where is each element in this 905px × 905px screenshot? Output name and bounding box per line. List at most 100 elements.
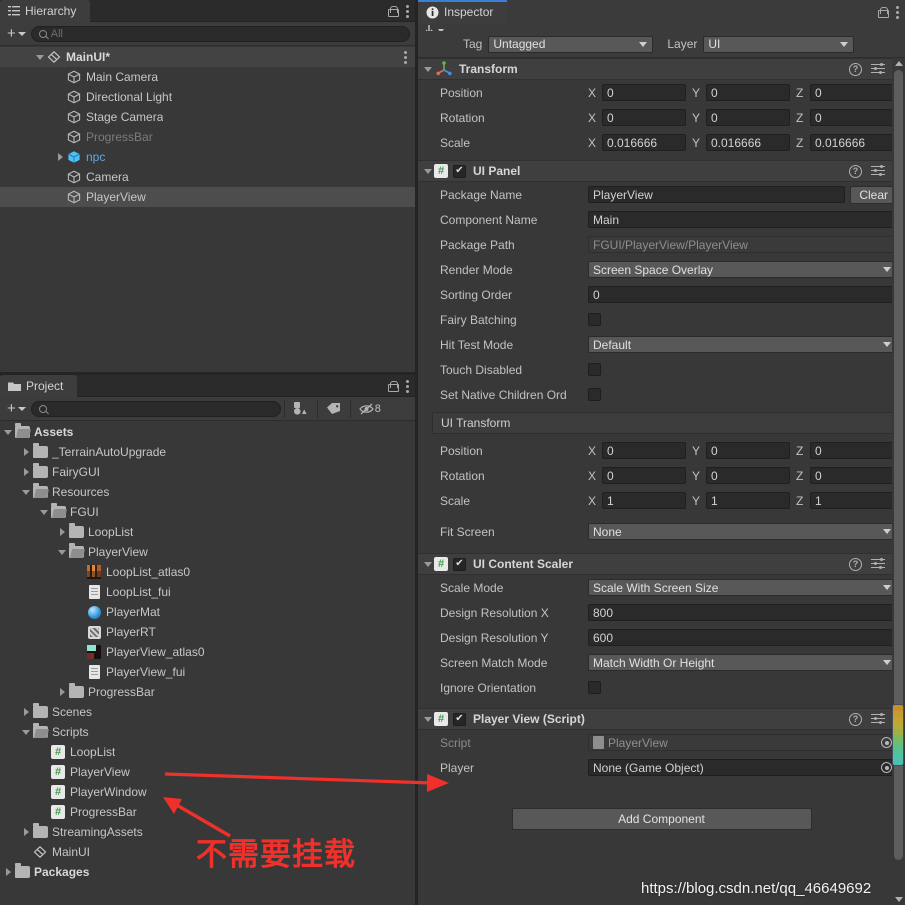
expand-arrow-icon[interactable]	[20, 442, 32, 462]
component-name-field[interactable]: Main	[588, 211, 897, 228]
hierarchy-search-input[interactable]: All	[30, 25, 410, 42]
filter-by-label-icon[interactable]	[321, 398, 347, 420]
rotation-z-field[interactable]: 0	[810, 109, 894, 126]
component-header-ui-panel[interactable]: # ✔ UI Panel ?	[418, 160, 905, 182]
player-view-enabled-checkbox[interactable]: ✔	[453, 712, 466, 726]
hierarchy-row[interactable]: ProgressBar	[0, 127, 415, 147]
ui-rotation-y-field[interactable]: 0	[706, 467, 790, 484]
lock-icon[interactable]	[878, 6, 889, 18]
project-row[interactable]: # PlayerWindow	[0, 782, 415, 802]
ui-position-z-field[interactable]: 0	[810, 442, 894, 459]
set-native-children-order-checkbox[interactable]	[588, 388, 601, 401]
tab-inspector[interactable]: Inspector	[418, 0, 508, 24]
render-mode-dropdown[interactable]: Screen Space Overlay	[588, 261, 897, 278]
lock-icon[interactable]	[388, 380, 399, 392]
kebab-menu-icon[interactable]	[406, 379, 409, 393]
scale-x-field[interactable]: 0.016666	[602, 134, 686, 151]
ui-content-scaler-enabled-checkbox[interactable]: ✔	[453, 557, 466, 571]
project-search-input[interactable]	[30, 400, 281, 417]
component-header-ui-content-scaler[interactable]: # ✔ UI Content Scaler ?	[418, 553, 905, 575]
project-row[interactable]: Packages	[0, 862, 415, 882]
expand-arrow-icon[interactable]	[2, 422, 14, 442]
hierarchy-row[interactable]: PlayerView	[0, 187, 415, 207]
ui-rotation-x-field[interactable]: 0	[602, 467, 686, 484]
project-row[interactable]: PlayerView_fui	[0, 662, 415, 682]
collapse-arrow-icon[interactable]	[422, 554, 434, 574]
fairy-batching-checkbox[interactable]	[588, 313, 601, 326]
ui-position-y-field[interactable]: 0	[706, 442, 790, 459]
scale-mode-dropdown[interactable]: Scale With Screen Size	[588, 579, 897, 596]
filter-by-type-icon[interactable]	[288, 398, 314, 420]
lock-icon[interactable]	[388, 5, 399, 17]
object-picker-icon[interactable]	[881, 762, 892, 773]
tag-dropdown[interactable]: Untagged	[488, 35, 654, 53]
ui-rotation-z-field[interactable]: 0	[810, 467, 894, 484]
preset-icon[interactable]	[871, 558, 885, 570]
help-icon[interactable]: ?	[849, 557, 862, 571]
screen-match-mode-dropdown[interactable]: Match Width Or Height	[588, 654, 897, 671]
hierarchy-row[interactable]: Camera	[0, 167, 415, 187]
project-row[interactable]: PlayerRT	[0, 622, 415, 642]
preset-icon[interactable]	[871, 63, 885, 75]
scroll-up-arrow-icon[interactable]	[895, 61, 903, 66]
expand-arrow-icon[interactable]	[20, 822, 32, 842]
kebab-menu-icon[interactable]	[896, 5, 899, 19]
ui-scale-x-field[interactable]: 1	[602, 492, 686, 509]
preset-icon[interactable]	[871, 165, 885, 177]
kebab-menu-icon[interactable]	[404, 50, 407, 64]
project-row[interactable]: _TerrainAutoUpgrade	[0, 442, 415, 462]
sorting-order-field[interactable]: 0	[588, 286, 897, 303]
ui-scale-z-field[interactable]: 1	[810, 492, 894, 509]
help-icon[interactable]: ?	[849, 62, 862, 76]
object-picker-icon[interactable]	[881, 737, 892, 748]
hierarchy-row[interactable]: npc	[0, 147, 415, 167]
hierarchy-row[interactable]: Main Camera	[0, 67, 415, 87]
expand-arrow-icon[interactable]	[56, 542, 68, 562]
rotation-x-field[interactable]: 0	[602, 109, 686, 126]
project-add-button[interactable]: +	[5, 401, 28, 416]
collapse-arrow-icon[interactable]	[422, 709, 434, 729]
project-row[interactable]: Scenes	[0, 702, 415, 722]
help-icon[interactable]: ?	[849, 712, 862, 726]
rotation-y-field[interactable]: 0	[706, 109, 790, 126]
hierarchy-row[interactable]: MainUI*	[0, 47, 415, 67]
gradient-preview-widget[interactable]	[892, 704, 904, 766]
scroll-down-arrow-icon[interactable]	[895, 897, 903, 902]
project-row[interactable]: StreamingAssets	[0, 822, 415, 842]
design-resolution-y-field[interactable]: 600	[588, 629, 897, 646]
position-x-field[interactable]: 0	[602, 84, 686, 101]
tab-project[interactable]: Project	[0, 375, 78, 397]
scale-y-field[interactable]: 0.016666	[706, 134, 790, 151]
project-row[interactable]: PlayerView	[0, 542, 415, 562]
expand-arrow-icon[interactable]	[54, 147, 66, 167]
project-row[interactable]: Assets	[0, 422, 415, 442]
preset-icon[interactable]	[871, 713, 885, 725]
component-header-transform[interactable]: Transform ?	[418, 58, 905, 80]
scale-z-field[interactable]: 0.016666	[810, 134, 894, 151]
project-row[interactable]: # ProgressBar	[0, 802, 415, 822]
project-row[interactable]: # LoopList	[0, 742, 415, 762]
project-row[interactable]: PlayerMat	[0, 602, 415, 622]
player-object-field[interactable]: None (Game Object)	[588, 759, 897, 776]
project-row[interactable]: # PlayerView	[0, 762, 415, 782]
collapse-arrow-icon[interactable]	[422, 59, 434, 79]
project-row[interactable]: LoopList_fui	[0, 582, 415, 602]
hierarchy-add-button[interactable]: +	[5, 26, 28, 41]
project-row[interactable]: PlayerView_atlas0	[0, 642, 415, 662]
expand-arrow-icon[interactable]	[34, 47, 46, 67]
layer-dropdown[interactable]: UI	[703, 35, 855, 53]
expand-arrow-icon[interactable]	[20, 702, 32, 722]
clear-button[interactable]: Clear	[850, 185, 897, 204]
tab-hierarchy[interactable]: Hierarchy	[0, 0, 91, 22]
expand-arrow-icon[interactable]	[20, 722, 32, 742]
inspector-scrollbar[interactable]	[892, 58, 905, 905]
touch-disabled-checkbox[interactable]	[588, 363, 601, 376]
expand-arrow-icon[interactable]	[56, 682, 68, 702]
package-name-field[interactable]: PlayerView	[588, 186, 846, 203]
project-row[interactable]: LoopList	[0, 522, 415, 542]
component-header-player-view-script[interactable]: # ✔ Player View (Script) ?	[418, 708, 905, 730]
expand-arrow-icon[interactable]	[20, 462, 32, 482]
kebab-menu-icon[interactable]	[406, 4, 409, 18]
project-row[interactable]: LoopList_atlas0	[0, 562, 415, 582]
help-icon[interactable]: ?	[849, 164, 862, 178]
